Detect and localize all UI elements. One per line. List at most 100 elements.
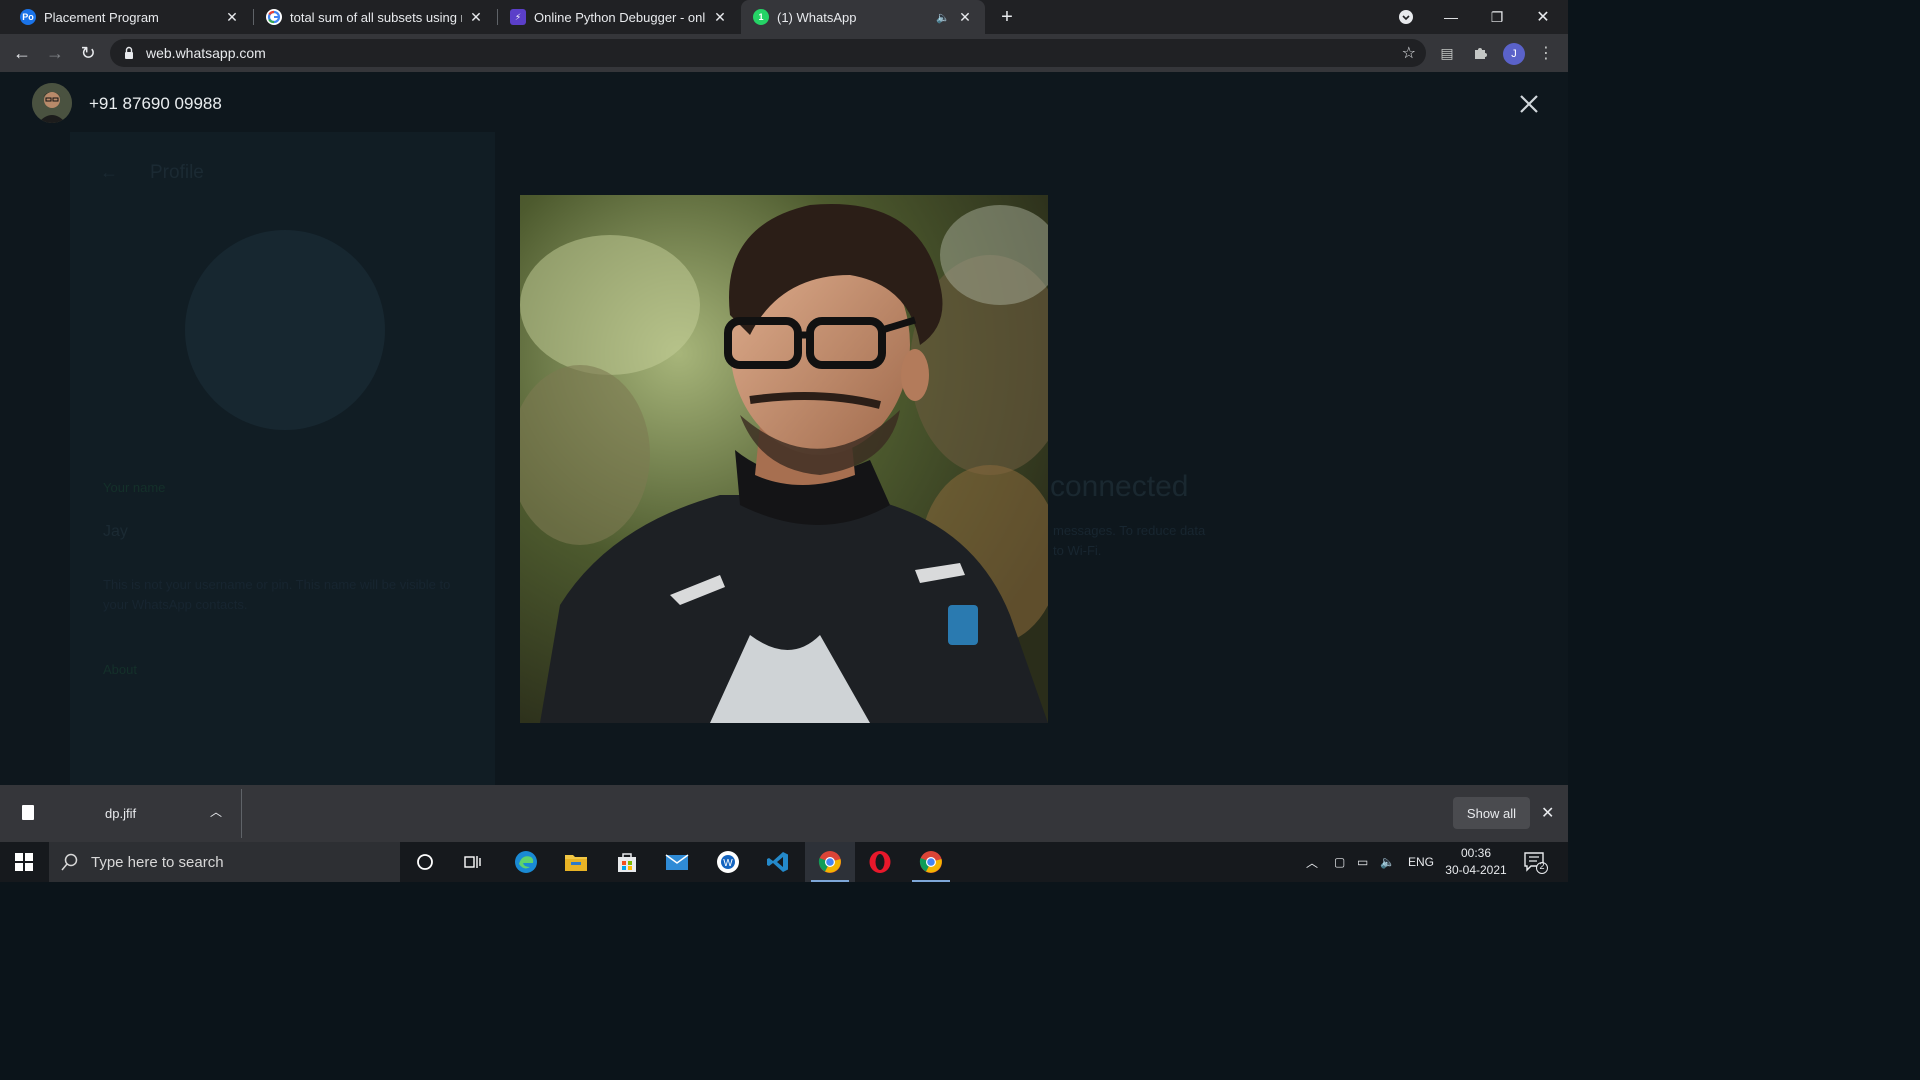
show-hidden-icons-button[interactable]: ︿ bbox=[1306, 842, 1318, 882]
taskbar-mail[interactable] bbox=[652, 842, 702, 882]
taskbar-chrome[interactable] bbox=[906, 842, 956, 882]
downloads-bar: dp.jfif ︿ Show all ✕ bbox=[0, 785, 1568, 842]
close-tab-icon[interactable]: ✕ bbox=[224, 9, 240, 26]
tab-title: (1) WhatsApp bbox=[777, 9, 857, 25]
url-text: web.whatsapp.com bbox=[146, 45, 266, 61]
taskbar-vscode[interactable] bbox=[753, 842, 803, 882]
tab-title: Online Python Debugger - online bbox=[534, 9, 706, 25]
clock-date: 30-04-2021 bbox=[1445, 863, 1507, 877]
close-tab-icon[interactable]: ✕ bbox=[957, 9, 973, 26]
profile-avatar[interactable]: J bbox=[1503, 43, 1525, 65]
chrome-icon bbox=[818, 851, 841, 873]
search-icon bbox=[61, 853, 78, 871]
profile-back-arrow-icon: ← bbox=[100, 162, 118, 182]
lock-icon bbox=[125, 46, 133, 59]
tab-title: total sum of all subsets using rec bbox=[290, 9, 462, 25]
debugger-favicon-icon: ⚡ bbox=[510, 9, 526, 25]
name-note: This is not your username or pin. This n… bbox=[103, 577, 451, 612]
profile-photo[interactable] bbox=[520, 195, 1048, 723]
download-file-name[interactable]: dp.jfif bbox=[105, 806, 136, 821]
taskbar-search-box[interactable]: Type here to search bbox=[49, 842, 400, 882]
store-bag-icon bbox=[618, 853, 636, 872]
browser-tab-strip: Po Placement Program ✕ total sum of all … bbox=[0, 0, 1568, 34]
close-tab-icon[interactable]: ✕ bbox=[712, 9, 728, 26]
taskbar-chrome-active[interactable] bbox=[805, 842, 855, 882]
connected-subtext-2: to Wi-Fi. bbox=[1053, 543, 1102, 558]
search-placeholder: Type here to search bbox=[91, 853, 224, 871]
connected-subtext-1: messages. To reduce data bbox=[1053, 523, 1206, 538]
taskbar-app-w[interactable]: W bbox=[703, 842, 753, 882]
tray-battery-icon[interactable]: ▭ bbox=[1357, 842, 1368, 882]
contact-avatar[interactable] bbox=[32, 83, 72, 123]
your-name-value: Jay bbox=[103, 523, 128, 540]
reload-button[interactable]: ↻ bbox=[77, 42, 99, 64]
tab-google-search[interactable]: total sum of all subsets using rec ✕ bbox=[254, 0, 496, 34]
task-view-button[interactable] bbox=[449, 842, 499, 882]
minimize-button[interactable]: — bbox=[1428, 0, 1474, 34]
action-center-button[interactable]: 2 bbox=[1522, 850, 1550, 876]
whatsapp-favicon-icon: 1 bbox=[753, 9, 769, 25]
start-button[interactable] bbox=[0, 842, 48, 882]
chrome-icon bbox=[919, 851, 942, 873]
tray-device-icon[interactable]: ▢ bbox=[1334, 842, 1345, 882]
google-favicon-icon bbox=[266, 9, 282, 25]
contact-name: +91 87690 09988 bbox=[89, 94, 222, 113]
tab-search-button[interactable] bbox=[1383, 0, 1429, 34]
tab-placement-program[interactable]: Po Placement Program ✕ bbox=[8, 0, 252, 34]
vscode-icon bbox=[767, 852, 788, 872]
close-window-button[interactable]: ✕ bbox=[1520, 0, 1566, 34]
close-tab-icon[interactable]: ✕ bbox=[468, 9, 484, 26]
tray-volume-icon[interactable]: 🔈 bbox=[1380, 842, 1395, 882]
browser-toolbar: ← → ↻ web.whatsapp.com ☆ ▤ ⋮ bbox=[0, 34, 1568, 72]
mail-icon bbox=[665, 854, 689, 870]
taskbar-clock[interactable]: 00:36 30-04-2021 bbox=[1440, 845, 1512, 879]
bookmark-star-icon[interactable]: ☆ bbox=[1402, 43, 1416, 63]
close-downloads-icon[interactable]: ✕ bbox=[1541, 803, 1554, 823]
media-viewer: ← Profile Your name Jay This is not your… bbox=[0, 72, 1568, 785]
tray-language[interactable]: ENG bbox=[1408, 842, 1434, 882]
forward-button[interactable]: → bbox=[44, 42, 66, 64]
profile-photo-faded bbox=[185, 230, 385, 430]
chevron-up-icon[interactable]: ︿ bbox=[210, 803, 222, 820]
viewer-header: +91 87690 09988 bbox=[0, 72, 1568, 136]
speaker-icon[interactable]: 🔈 bbox=[935, 11, 951, 24]
edge-icon bbox=[515, 851, 537, 873]
tab-python-debugger[interactable]: ⚡ Online Python Debugger - online ✕ bbox=[498, 0, 740, 34]
taskbar-store[interactable] bbox=[602, 842, 652, 882]
restore-button[interactable]: ❐ bbox=[1474, 0, 1520, 34]
close-icon bbox=[1520, 95, 1538, 113]
address-bar[interactable]: web.whatsapp.com ☆ bbox=[110, 39, 1426, 67]
opera-icon bbox=[869, 851, 891, 873]
chevron-up-icon: ︿ bbox=[1306, 855, 1319, 870]
your-name-label: Your name bbox=[103, 480, 166, 495]
back-button[interactable]: ← bbox=[11, 42, 33, 64]
phone-connected-heading: connected bbox=[1050, 470, 1189, 503]
windows-taskbar: Type here to search W ︿ ▢ ▭ 🔈 ENG 00:36 … bbox=[0, 842, 1568, 882]
file-icon bbox=[22, 805, 34, 820]
cortana-circle-icon bbox=[417, 854, 433, 870]
reading-list-icon[interactable]: ▤ bbox=[1437, 43, 1457, 63]
svg-text:W: W bbox=[723, 858, 733, 869]
about-label: About bbox=[103, 662, 137, 677]
extensions-puzzle-icon[interactable] bbox=[1470, 43, 1490, 63]
show-all-button[interactable]: Show all bbox=[1453, 797, 1530, 829]
task-view-icon bbox=[464, 856, 481, 868]
new-tab-button[interactable]: + bbox=[985, 0, 1029, 34]
tab-title: Placement Program bbox=[44, 9, 159, 25]
tab-whatsapp[interactable]: 1 (1) WhatsApp 🔈 ✕ bbox=[741, 0, 985, 34]
chevron-down-circle-icon bbox=[1399, 10, 1413, 24]
taskbar-edge[interactable] bbox=[501, 842, 551, 882]
cortana-button[interactable] bbox=[400, 842, 450, 882]
taskbar-opera[interactable] bbox=[855, 842, 905, 882]
app-w-icon: W bbox=[717, 851, 739, 873]
folder-icon bbox=[565, 855, 587, 871]
clock-time: 00:36 bbox=[1460, 846, 1492, 860]
profile-panel-title: Profile bbox=[150, 162, 204, 183]
close-viewer-button[interactable] bbox=[1516, 91, 1542, 117]
placement-favicon-icon: Po bbox=[20, 9, 36, 25]
notification-count: 2 bbox=[1539, 861, 1545, 871]
more-menu-icon[interactable]: ⋮ bbox=[1536, 43, 1556, 63]
divider bbox=[241, 789, 242, 838]
taskbar-file-explorer[interactable] bbox=[551, 842, 601, 882]
windows-logo-icon bbox=[15, 853, 33, 871]
